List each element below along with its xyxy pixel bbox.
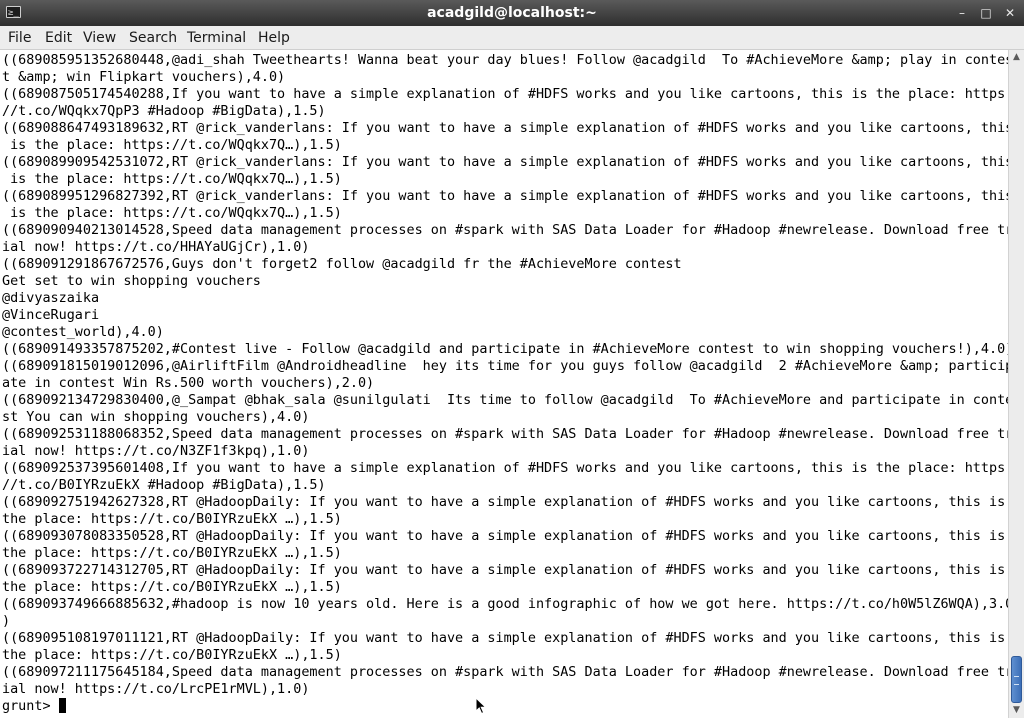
terminal-line: ((689092531188068352,Speed data manageme…	[2, 427, 1008, 442]
terminal-line: ial now! https://t.co/HHAYaUGjCr),1.0)	[2, 240, 310, 255]
terminal-line: ((689097211175645184,Speed data manageme…	[2, 665, 1008, 680]
terminal-line: the place: https://t.co/B0IYRzuEkX …),1.…	[2, 546, 342, 561]
terminal-output-lines: ((689085951352680448,@adi_shah Tweethear…	[2, 53, 1008, 697]
menu-file[interactable]: File	[8, 26, 31, 50]
terminal-line: @VinceRugari	[2, 308, 100, 323]
scroll-up-icon[interactable]: ▲	[1009, 50, 1024, 65]
terminal-line: )	[2, 614, 11, 629]
menu-search[interactable]: Search	[129, 26, 177, 50]
terminal-line: ial now! https://t.co/N3ZF1f3kpq),1.0)	[2, 444, 310, 459]
terminal-line: @divyaszaika	[2, 291, 100, 306]
terminal-line: ((689088647493189632,RT @rick_vanderlans…	[2, 121, 1008, 136]
maximize-icon[interactable]: □	[977, 4, 995, 22]
text-cursor	[58, 698, 66, 713]
terminal-line: ((689087505174540288,If you want to have…	[2, 87, 1008, 102]
terminal-line: st You can win shopping vouchers),4.0)	[2, 410, 310, 425]
terminal-line: ((689093078083350528,RT @HadoopDaily: If…	[2, 529, 1006, 544]
terminal-line: is the place: https://t.co/WQqkx7Q…),1.5…	[10, 138, 342, 153]
terminal-text: ((689085951352680448,@adi_shah Tweethear…	[2, 52, 1008, 715]
terminal-line: ((689092537395601408,If you want to have…	[2, 461, 1008, 476]
terminal-line: t &amp; win Flipkart vouchers),4.0)	[2, 70, 286, 85]
menu-edit[interactable]: Edit	[45, 26, 72, 50]
terminal-line: is the place: https://t.co/WQqkx7Q…),1.5…	[10, 172, 342, 187]
terminal-line: //t.co/B0IYRzuEkX #Hadoop #BigData),1.5)	[2, 478, 326, 493]
scroll-thumb[interactable]	[1011, 656, 1022, 703]
title-bar[interactable]: ≥_ acadgild@localhost:~ – □ ✕	[0, 0, 1024, 26]
terminal-line: Get set to win shopping vouchers	[2, 274, 261, 289]
terminal-line: ((689089951296827392,RT @rick_vanderlans…	[2, 189, 1008, 204]
terminal-line: ((689091815019012096,@AirliftFilm @Andro…	[2, 359, 1008, 374]
menu-help[interactable]: Help	[258, 26, 290, 50]
terminal-line: //t.co/WQqkx7QpP3 #Hadoop #BigData),1.5)	[2, 104, 326, 119]
window-title: acadgild@localhost:~	[427, 5, 597, 21]
menu-terminal[interactable]: Terminal	[187, 26, 246, 50]
terminal-line: ((689089909542531072,RT @rick_vanderlans…	[2, 155, 1008, 170]
vertical-scrollbar[interactable]: ▲ ▼	[1008, 50, 1024, 718]
terminal-line: @contest_world),4.0)	[2, 325, 164, 340]
terminal-line: ((689093749666885632,#hadoop is now 10 y…	[2, 597, 1008, 612]
terminal-line: the place: https://t.co/B0IYRzuEkX …),1.…	[2, 648, 342, 663]
terminal-line: is the place: https://t.co/WQqkx7Q…),1.5…	[10, 206, 342, 221]
scroll-down-icon[interactable]: ▼	[1009, 703, 1024, 718]
terminal-line: ((689091291867672576,Guys don't forget2 …	[2, 257, 682, 272]
terminal-line: ((689092751942627328,RT @HadoopDaily: If…	[2, 495, 1006, 510]
terminal-output-area[interactable]: ((689085951352680448,@adi_shah Tweethear…	[0, 50, 1008, 718]
terminal-line: ((689092134729830400,@_Sampat @bhak_sala…	[2, 393, 1008, 408]
terminal-line: the place: https://t.co/B0IYRzuEkX …),1.…	[2, 580, 342, 595]
minimize-icon[interactable]: –	[953, 4, 971, 22]
close-icon[interactable]: ✕	[1001, 4, 1019, 22]
menu-view[interactable]: View	[83, 26, 116, 50]
terminal-line: ((689093722714312705,RT @HadoopDaily: If…	[2, 563, 1006, 578]
terminal-line: ial now! https://t.co/LrcPE1rMVL),1.0)	[2, 682, 310, 697]
terminal-line: ate in contest Win Rs.500 worth vouchers…	[2, 376, 375, 391]
terminal-line: ((689095108197011121,RT @HadoopDaily: If…	[2, 631, 1006, 646]
mouse-pointer-icon	[475, 697, 487, 715]
menu-bar: File Edit View Search Terminal Help	[0, 26, 1024, 50]
grip-icon	[1014, 676, 1019, 685]
terminal-line: ((689090940213014528,Speed data manageme…	[2, 223, 1008, 238]
terminal-line: ((689091493357875202,#Contest live - Fol…	[2, 342, 1008, 357]
terminal-line: the place: https://t.co/B0IYRzuEkX …),1.…	[2, 512, 342, 527]
prompt: grunt>	[2, 699, 59, 714]
terminal-line: ((689085951352680448,@adi_shah Tweethear…	[2, 53, 1008, 68]
